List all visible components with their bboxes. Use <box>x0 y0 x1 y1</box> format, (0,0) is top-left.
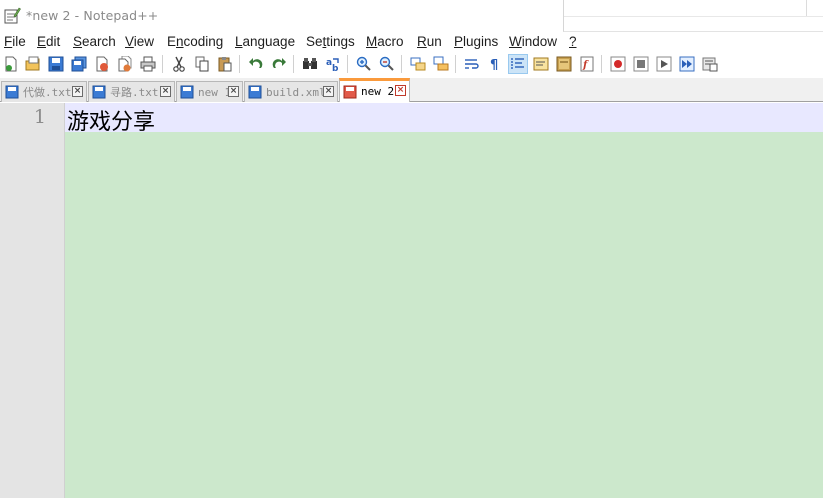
menu-file[interactable]: File <box>4 34 26 49</box>
saved-file-icon <box>248 85 262 99</box>
tab-label: build.xml <box>266 85 326 99</box>
svg-text:b: b <box>332 64 339 72</box>
unsaved-file-icon <box>343 85 357 98</box>
undo-icon[interactable] <box>246 54 266 74</box>
tab-daizuo-txt[interactable]: 代做.txt × <box>1 81 87 102</box>
window-title: *new 2 - Notepad++ <box>26 8 159 23</box>
redo-icon[interactable] <box>269 54 289 74</box>
paste-icon[interactable] <box>215 54 235 74</box>
save-all-icon[interactable] <box>69 54 89 74</box>
function-list-icon[interactable]: f <box>577 54 597 74</box>
zoom-in-icon[interactable] <box>354 54 374 74</box>
saved-file-icon <box>5 85 19 99</box>
replace-icon[interactable]: ab <box>323 54 343 74</box>
save-icon[interactable] <box>46 54 66 74</box>
indent-guide-icon[interactable] <box>508 54 528 74</box>
menu-search[interactable]: Search <box>73 34 116 49</box>
save-macro-icon[interactable] <box>700 54 720 74</box>
close-tab-icon[interactable]: × <box>395 85 406 96</box>
tab-label: 代做.txt <box>23 86 72 99</box>
overlay-popup <box>563 0 823 32</box>
svg-text:¶: ¶ <box>490 58 498 72</box>
document-map-icon[interactable] <box>554 54 574 74</box>
cut-icon[interactable] <box>169 54 189 74</box>
tab-build-xml[interactable]: build.xml × <box>244 81 338 102</box>
close-tab-icon[interactable]: × <box>160 86 171 97</box>
sync-vertical-icon[interactable] <box>408 54 428 74</box>
find-icon[interactable] <box>300 54 320 74</box>
notepad-icon <box>4 7 21 24</box>
tab-bar: 代做.txt × 寻路.txt × new 1 × build.xml × ne… <box>0 78 823 102</box>
current-line-highlight <box>65 103 823 132</box>
menu-encoding[interactable]: Encoding <box>167 34 223 49</box>
word-wrap-icon[interactable] <box>462 54 482 74</box>
menu-run[interactable]: Run <box>417 34 442 49</box>
menu-plugins[interactable]: Plugins <box>454 34 498 49</box>
close-tab-icon[interactable]: × <box>228 86 239 97</box>
show-all-chars-icon[interactable]: ¶ <box>485 54 505 74</box>
menu-window[interactable]: Window <box>509 34 557 49</box>
tab-new-2[interactable]: new 2 × <box>339 78 410 102</box>
tab-label: new 1 <box>198 85 232 99</box>
line-number: 1 <box>33 106 46 128</box>
tab-new-1[interactable]: new 1 × <box>176 81 243 102</box>
close-tab-icon[interactable]: × <box>323 86 334 97</box>
zoom-out-icon[interactable] <box>377 54 397 74</box>
menu-language[interactable]: Language <box>235 34 295 49</box>
tab-xunlu-txt[interactable]: 寻路.txt × <box>88 81 175 102</box>
tab-label: new 2 <box>361 85 395 98</box>
close-tab-icon[interactable]: × <box>72 86 83 97</box>
sync-horizontal-icon[interactable] <box>431 54 451 74</box>
close-all-icon[interactable] <box>115 54 135 74</box>
open-file-icon[interactable] <box>23 54 43 74</box>
print-icon[interactable] <box>138 54 158 74</box>
editor-area[interactable]: 1 游戏分享 <box>0 103 823 498</box>
menu-settings[interactable]: Settings <box>306 34 355 49</box>
new-file-icon[interactable] <box>1 54 21 74</box>
close-icon[interactable] <box>92 54 112 74</box>
saved-file-icon <box>92 85 106 99</box>
menu-bar: File Edit Search View Encoding Language … <box>0 32 823 52</box>
toolbar: ab ¶ f <box>0 52 823 76</box>
saved-file-icon <box>180 85 194 99</box>
run-macro-multiple-icon[interactable] <box>677 54 697 74</box>
editor-line[interactable]: 游戏分享 <box>67 104 155 136</box>
title-bar: *new 2 - Notepad++ <box>0 0 823 32</box>
menu-macro[interactable]: Macro <box>366 34 404 49</box>
copy-icon[interactable] <box>192 54 212 74</box>
menu-edit[interactable]: Edit <box>37 34 60 49</box>
record-macro-icon[interactable] <box>608 54 628 74</box>
menu-help[interactable]: ? <box>569 34 577 49</box>
playback-icon[interactable] <box>654 54 674 74</box>
user-defined-language-icon[interactable] <box>531 54 551 74</box>
stop-recording-icon[interactable] <box>631 54 651 74</box>
line-number-gutter: 1 <box>0 103 65 498</box>
tab-label: 寻路.txt <box>110 86 159 99</box>
menu-view[interactable]: View <box>125 34 154 49</box>
